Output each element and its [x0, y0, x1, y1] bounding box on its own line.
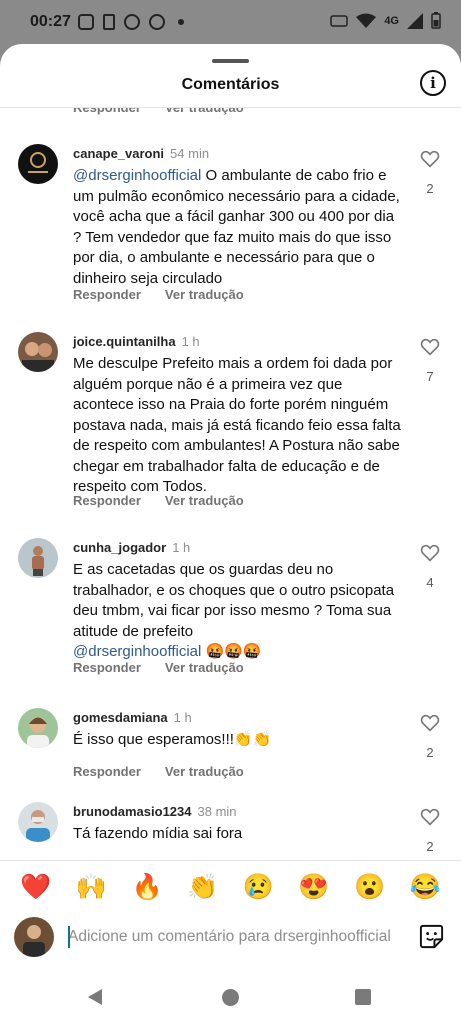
translate-button[interactable]: Ver tradução: [165, 287, 244, 302]
heart-icon[interactable]: [420, 808, 440, 826]
comments-sheet: Comentários i Responder Ver tradução can…: [0, 44, 461, 1024]
sheet-header: Comentários i: [0, 62, 461, 108]
comment-username[interactable]: brunodamasio1234: [73, 804, 192, 819]
avatar[interactable]: [18, 708, 58, 748]
reaction-raised-hands[interactable]: 🙌: [76, 873, 107, 902]
like-control: 4: [418, 544, 442, 590]
comment-time: 38 min: [197, 804, 237, 819]
translate-button[interactable]: Ver tradução: [165, 660, 244, 675]
comment-header: gomesdamiana 1 h: [73, 710, 192, 725]
volte-icon: [330, 14, 349, 27]
comment-body: É isso que esperamos!!!👏👏: [73, 731, 272, 748]
translate-button[interactable]: Ver tradução: [165, 493, 244, 508]
comment-time: 1 h: [172, 540, 191, 555]
reaction-surprised[interactable]: 😮: [354, 873, 385, 902]
comment-username[interactable]: joice.quintanilha: [73, 334, 176, 349]
text-cursor: [68, 926, 70, 948]
mention-link[interactable]: @drserginhoofficial: [73, 643, 201, 660]
status-bar: 00:27 4G: [0, 0, 461, 44]
wifi-icon: [356, 13, 377, 28]
comment-body: E as cacetadas que os guardas deu no tra…: [73, 561, 395, 640]
comment-body: Tá fazendo mídia sai fora: [73, 825, 243, 842]
system-nav-bar: [0, 975, 461, 1024]
status-time: 00:27: [30, 13, 71, 30]
like-count: 2: [426, 745, 434, 760]
mention-link[interactable]: @drserginhoofficial: [73, 167, 201, 184]
heart-icon[interactable]: [420, 150, 440, 168]
like-control: 2: [418, 714, 442, 760]
heart-icon[interactable]: [420, 714, 440, 732]
comments-list[interactable]: Responder Ver tradução canape_varoni 54 m…: [0, 108, 461, 860]
comment-actions: Responder Ver tradução: [73, 764, 244, 779]
comment-username[interactable]: canape_varoni: [73, 146, 164, 161]
like-control: 7: [418, 338, 442, 384]
comment-emoji: 🤬🤬🤬: [201, 643, 262, 660]
reply-button[interactable]: Responder: [73, 493, 141, 508]
avatar[interactable]: [18, 332, 58, 372]
chrome-notification-icon: [124, 14, 140, 30]
previous-comment-actions: Responder Ver tradução: [73, 108, 244, 115]
recent-apps-icon[interactable]: [355, 989, 371, 1005]
notification-icons: [78, 14, 184, 30]
comment-time: 1 h: [181, 334, 200, 349]
comment-text: @drserginhoofficial O ambulante de cabo …: [73, 166, 403, 289]
comment-username[interactable]: cunha_jogador: [73, 540, 166, 555]
like-count: 2: [426, 181, 434, 196]
heart-icon[interactable]: [420, 338, 440, 356]
signal-icon: [407, 12, 423, 29]
comment-composer: [0, 914, 461, 966]
instagram-notification-icon: [78, 14, 94, 30]
comment-actions: Responder Ver tradução: [73, 287, 244, 302]
reply-button[interactable]: Responder: [73, 108, 141, 115]
current-user-avatar: [14, 917, 54, 957]
comment-username[interactable]: gomesdamiana: [73, 710, 168, 725]
comment-header: cunha_jogador 1 h: [73, 540, 190, 555]
back-icon[interactable]: [88, 989, 102, 1005]
comment-text: E as cacetadas que os guardas deu no tra…: [73, 560, 403, 663]
reaction-crying[interactable]: 😢: [243, 873, 274, 902]
like-control: 2: [418, 808, 442, 854]
reply-button[interactable]: Responder: [73, 660, 141, 675]
comment-actions: Responder Ver tradução: [73, 660, 244, 675]
info-icon[interactable]: i: [420, 70, 446, 96]
comment-body: O ambulante de cabo frio e um pulmão eco…: [73, 167, 400, 287]
comment-input[interactable]: [68, 924, 406, 950]
like-count: 7: [426, 369, 434, 384]
avatar[interactable]: [18, 802, 58, 842]
network-type-label: 4G: [384, 14, 399, 27]
avatar[interactable]: [18, 144, 58, 184]
chrome-notification-icon-2: [149, 14, 165, 30]
quick-reactions-bar: ❤️ 🙌 🔥 👏 😢 😍 😮 😂: [0, 860, 461, 914]
reaction-heart[interactable]: ❤️: [20, 873, 51, 902]
like-count: 2: [426, 839, 434, 854]
comment-body: Me desculpe Prefeito mais a ordem foi da…: [73, 355, 401, 495]
translate-button[interactable]: Ver tradução: [165, 108, 244, 115]
more-notifications-icon: [178, 19, 184, 25]
reply-button[interactable]: Responder: [73, 764, 141, 779]
reply-button[interactable]: Responder: [73, 287, 141, 302]
comment-header: brunodamasio1234 38 min: [73, 804, 237, 819]
sticker-icon[interactable]: [418, 923, 445, 950]
like-count: 4: [426, 575, 434, 590]
home-icon[interactable]: [222, 989, 239, 1006]
comment-actions: Responder Ver tradução: [73, 493, 244, 508]
like-control: 2: [418, 150, 442, 196]
comment-time: 54 min: [170, 146, 210, 161]
comment-time: 1 h: [173, 710, 192, 725]
reaction-fire[interactable]: 🔥: [131, 873, 162, 902]
status-right-icons: 4G: [330, 12, 441, 29]
phone-notification-icon: [103, 14, 115, 30]
heart-icon[interactable]: [420, 544, 440, 562]
reaction-laughing[interactable]: 😂: [410, 873, 441, 902]
reaction-heart-eyes[interactable]: 😍: [298, 873, 329, 902]
comment-header: joice.quintanilha 1 h: [73, 334, 200, 349]
translate-button[interactable]: Ver tradução: [165, 764, 244, 779]
avatar[interactable]: [18, 538, 58, 578]
battery-icon: [431, 12, 441, 29]
reaction-clap[interactable]: 👏: [187, 873, 218, 902]
comment-header: canape_varoni 54 min: [73, 146, 209, 161]
page-title: Comentários: [181, 76, 280, 93]
